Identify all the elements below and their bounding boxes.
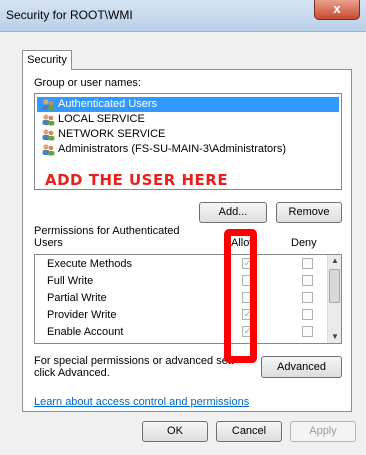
deny-checkbox[interactable]	[302, 326, 313, 337]
group-or-user-names-label: Group or user names:	[34, 77, 141, 89]
permission-row: Full Write	[35, 273, 325, 290]
remove-button[interactable]: Remove	[276, 202, 342, 223]
user-list-item[interactable]: NETWORK SERVICE	[37, 127, 339, 142]
permission-name: Execute Methods	[47, 258, 132, 270]
allow-checkbox[interactable]	[242, 292, 253, 303]
permission-row: Execute Methods ✓	[35, 256, 325, 273]
user-list-item[interactable]: LOCAL SERVICE	[37, 112, 339, 127]
permission-name: Partial Write	[47, 292, 107, 304]
user-name: LOCAL SERVICE	[58, 113, 145, 125]
allow-checkbox[interactable]: ✓	[242, 326, 253, 337]
close-icon: x	[333, 1, 341, 16]
deny-checkbox[interactable]	[302, 258, 313, 269]
permission-row: Provider Write ✓	[35, 307, 325, 324]
deny-column-header: Deny	[291, 237, 317, 249]
title-bar[interactable]: Security for ROOT\WMI x	[0, 0, 366, 32]
users-group-icon	[42, 99, 55, 111]
user-list-item[interactable]: Authenticated Users	[37, 97, 339, 112]
allow-checkbox[interactable]	[242, 275, 253, 286]
annotation-text: ADD THE USER HERE	[45, 171, 229, 189]
users-group-icon	[42, 129, 55, 141]
learn-about-access-control-link[interactable]: Learn about access control and permissio…	[34, 396, 249, 408]
user-name: Authenticated Users	[58, 98, 158, 110]
permissions-title-line1: Permissions for Authenticated	[34, 225, 180, 237]
deny-checkbox[interactable]	[302, 292, 313, 303]
window-title: Security for ROOT\WMI	[6, 8, 133, 22]
scrollbar-thumb[interactable]	[329, 269, 340, 303]
permission-name: Full Write	[47, 275, 94, 287]
permission-name: Provider Write	[47, 309, 117, 321]
permissions-scrollbar[interactable]: ▲ ▼	[327, 255, 341, 343]
permission-row: Partial Write	[35, 290, 325, 307]
scroll-up-arrow-icon[interactable]: ▲	[330, 256, 340, 265]
scroll-down-arrow-icon[interactable]: ▼	[330, 332, 340, 341]
add-button[interactable]: Add...	[199, 202, 267, 223]
users-group-icon	[42, 144, 55, 156]
permissions-title-line2: Users	[34, 237, 63, 249]
user-name: NETWORK SERVICE	[58, 128, 166, 140]
special-permissions-text-line1: For special permissions or advanced sett	[34, 355, 234, 367]
allow-checkbox[interactable]: ✓	[242, 309, 253, 320]
permissions-table: Execute Methods ✓ Full Write Partial Wri…	[34, 254, 342, 344]
special-permissions-text-line2: click Advanced.	[34, 367, 110, 379]
apply-button[interactable]: Apply	[290, 421, 356, 442]
close-button[interactable]: x	[314, 0, 360, 20]
cancel-button[interactable]: Cancel	[216, 421, 282, 442]
allow-checkbox[interactable]: ✓	[242, 258, 253, 269]
user-list-item[interactable]: Administrators (FS-SU-MAIN-3\Administrat…	[37, 142, 339, 157]
ok-button[interactable]: OK	[142, 421, 208, 442]
permission-row: Enable Account ✓	[35, 324, 325, 341]
allow-column-header: Allow	[231, 237, 258, 249]
user-name: Administrators (FS-SU-MAIN-3\Administrat…	[58, 143, 286, 155]
deny-checkbox[interactable]	[302, 275, 313, 286]
users-group-icon	[42, 114, 55, 126]
tab-security[interactable]: Security	[22, 50, 72, 70]
permission-name: Enable Account	[47, 326, 124, 338]
deny-checkbox[interactable]	[302, 309, 313, 320]
advanced-button[interactable]: Advanced	[261, 356, 342, 378]
